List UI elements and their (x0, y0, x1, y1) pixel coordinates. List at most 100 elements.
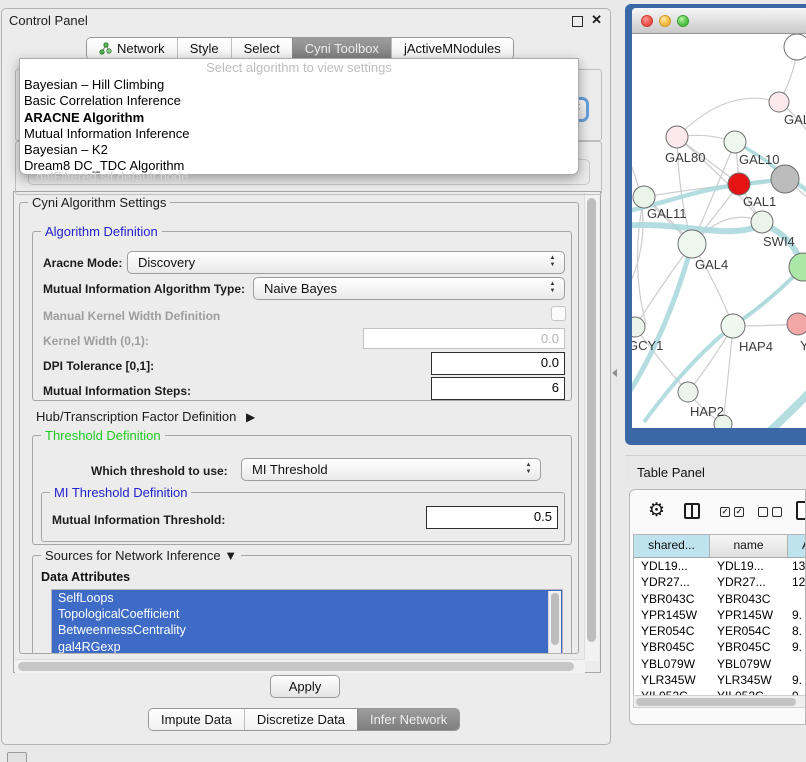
dropdown-item[interactable]: Bayesian – K2 (20, 142, 578, 158)
list-item[interactable]: BetweennessCentrality (52, 622, 562, 638)
tab-impute-data[interactable]: Impute Data (149, 709, 244, 730)
aracne-mode-value: Discovery (138, 255, 195, 270)
tab-cyni-toolbox[interactable]: Cyni Toolbox (292, 38, 391, 59)
table-row[interactable]: YDR27...YDR27...12 (634, 574, 806, 590)
tab-infer-network-label: Infer Network (370, 712, 447, 727)
tab-jactivemnodules[interactable]: jActiveMNodules (391, 38, 513, 59)
settings-vertical-scrollbar[interactable] (584, 193, 599, 661)
cyni-algorithm-settings-group: Cyni Algorithm Settings Algorithm Defini… (19, 202, 579, 654)
mi-threshold-field[interactable]: 0.5 (426, 506, 558, 529)
manual-kernel-width-checkbox[interactable] (551, 306, 566, 321)
hub-transcription-factor-section[interactable]: Hub/Transcription Factor Definition ▶ (36, 409, 255, 424)
which-threshold-combobox[interactable]: MI Threshold ▲▼ (241, 458, 541, 481)
sources-group: Sources for Network Inference ▼ Data Att… (32, 555, 572, 654)
node-salmon[interactable] (787, 313, 806, 335)
mi-threshold-definition-group: MI Threshold Definition Mutual Informati… (41, 492, 565, 542)
tab-discretize-data-label: Discretize Data (257, 712, 345, 727)
dropdown-item[interactable]: Basic Correlation Inference (20, 93, 578, 109)
node-gal1-red[interactable] (728, 173, 750, 195)
apply-button[interactable]: Apply (270, 675, 340, 698)
close-icon[interactable]: ✕ (591, 12, 602, 28)
aracne-mode-combobox[interactable]: Discovery ▲▼ (127, 251, 565, 274)
panel-splitter-handle[interactable] (612, 369, 617, 377)
table-row[interactable]: YBL079WYBL079W (634, 656, 806, 672)
tab-infer-network[interactable]: Infer Network (357, 709, 459, 730)
dpi-tolerance-field[interactable]: 0.0 (431, 352, 565, 375)
tab-discretize-data[interactable]: Discretize Data (244, 709, 357, 730)
zoom-traffic-light-icon[interactable] (677, 15, 689, 27)
list-item[interactable]: gal4RGexp (52, 639, 562, 654)
node-hap2[interactable] (678, 382, 698, 402)
collapsed-arrow-icon[interactable]: ▶ (246, 410, 255, 424)
node-gray[interactable] (771, 165, 799, 193)
dropdown-item[interactable]: Mutual Information Inference (20, 126, 578, 142)
node-label: SWI4 (763, 234, 795, 249)
expanded-arrow-icon[interactable]: ▼ (224, 548, 237, 563)
column-header-shared-name[interactable]: shared... (634, 535, 710, 557)
tab-jactivemnodules-label: jActiveMNodules (404, 41, 501, 56)
columns-icon[interactable] (684, 503, 700, 519)
control-panel-title: Control Panel (9, 13, 88, 28)
control-panel-window: Control Panel ✕ Network Style Select Cyn… (1, 8, 611, 745)
settings-horizontal-scrollbar[interactable] (15, 659, 585, 673)
node-gcy1[interactable] (632, 317, 645, 337)
aracne-mode-label: Aracne Mode: (43, 256, 122, 270)
tab-style-label: Style (190, 41, 219, 56)
list-scrollbar[interactable] (548, 591, 561, 654)
network-window-titlebar[interactable] (632, 8, 806, 34)
mi-threshold-label: Mutual Information Threshold: (52, 513, 225, 527)
table-row[interactable]: YBR045CYBR045C9. (634, 639, 806, 655)
select-all-checkbox-icon[interactable]: ✓ (734, 507, 744, 517)
tab-impute-data-label: Impute Data (161, 712, 232, 727)
node-gal11[interactable] (633, 186, 655, 208)
close-traffic-light-icon[interactable] (641, 15, 653, 27)
tab-select[interactable]: Select (231, 38, 292, 59)
which-threshold-value: MI Threshold (252, 462, 328, 477)
node-label: GAL10 (739, 152, 779, 167)
table-row[interactable]: YBR043CYBR043C (634, 591, 806, 607)
list-item[interactable]: SelfLoops (52, 590, 562, 606)
tab-cyni-toolbox-label: Cyni Toolbox (305, 41, 379, 56)
dropdown-item-aracne[interactable]: ARACNE Algorithm (20, 110, 578, 126)
table-horizontal-scrollbar[interactable] (633, 695, 806, 708)
column-header-name[interactable]: name (710, 535, 788, 557)
node-label: GAL11 (647, 206, 687, 221)
network-canvas[interactable]: GAL GAL80 GAL10 GAL1 GAL11 SWI4 GAL4 GCY… (632, 34, 806, 428)
mi-algorithm-type-combobox[interactable]: Naive Bayes ▲▼ (253, 277, 565, 300)
table-row[interactable]: YPR145WYPR145W9. (634, 607, 806, 623)
kernel-width-field[interactable]: 0.0 (363, 328, 565, 349)
node-label: Y (800, 338, 806, 353)
node-hap4[interactable] (721, 314, 745, 338)
column-header-partial[interactable]: A (788, 535, 806, 557)
table-row[interactable]: YER054CYER054C8. (634, 623, 806, 639)
deselect-all-checkbox-icon[interactable] (772, 507, 782, 517)
node-gal-pink[interactable] (769, 92, 789, 112)
tab-network[interactable]: Network (87, 38, 177, 59)
table-row[interactable]: YDL19...YDL19...13 (634, 558, 806, 574)
network-window-chrome: GAL GAL80 GAL10 GAL1 GAL11 SWI4 GAL4 GCY… (632, 8, 806, 428)
data-attributes-list[interactable]: SelfLoops TopologicalCoefficient Between… (51, 589, 563, 654)
sources-title: Sources for Network Inference ▼ (41, 548, 241, 563)
node-gal80[interactable] (666, 126, 688, 148)
float-window-icon[interactable] (572, 16, 583, 27)
deselect-all-checkbox-icon[interactable] (758, 507, 768, 517)
node-gal4[interactable] (678, 230, 706, 258)
node-label: HAP2 (690, 404, 724, 419)
algorithm-dropdown-popup: Select algorithm to view settings Bayesi… (19, 58, 579, 175)
select-all-checkbox-icon[interactable]: ✓ (720, 507, 730, 517)
mi-steps-field[interactable]: 6 (431, 377, 565, 400)
gear-icon[interactable]: ⚙ (648, 500, 665, 522)
minimized-panel-icon[interactable] (7, 752, 27, 762)
table-row[interactable]: YLR345WYLR345W9. (634, 672, 806, 688)
list-item[interactable]: TopologicalCoefficient (52, 606, 562, 622)
node-gal10[interactable] (724, 131, 746, 153)
tab-style[interactable]: Style (177, 38, 231, 59)
dropdown-item[interactable]: Bayesian – Hill Climbing (20, 77, 578, 93)
settings-scrollpane: Cyni Algorithm Settings Algorithm Defini… (13, 191, 601, 673)
node-label: GCY1 (632, 338, 663, 353)
minimize-traffic-light-icon[interactable] (659, 15, 671, 27)
network-combobox-value: galFiltered.sif default node (36, 169, 188, 184)
node-partial-top[interactable] (784, 34, 806, 60)
new-table-icon[interactable] (796, 501, 806, 520)
node-swi4[interactable] (751, 211, 773, 233)
